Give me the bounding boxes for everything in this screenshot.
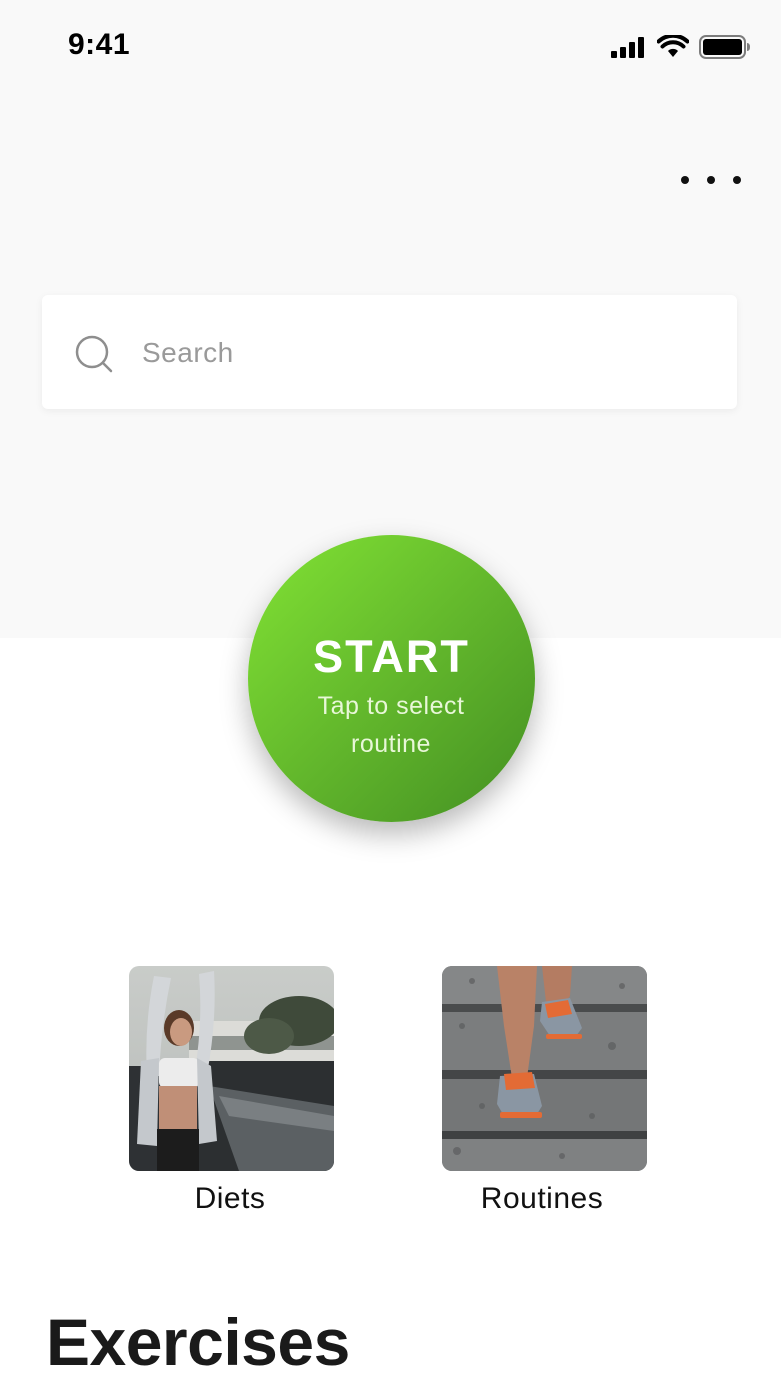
status-time: 9:41 (68, 28, 131, 61)
diets-tile[interactable] (129, 966, 334, 1171)
search-input[interactable] (140, 330, 704, 376)
running-shoes-stairs-photo (442, 966, 647, 1171)
status-icons (611, 33, 751, 61)
exercises-section-title: Exercises (46, 1305, 350, 1379)
status-bar: 9:41 (0, 0, 781, 95)
woman-stretching-photo (129, 966, 334, 1171)
wifi-icon (657, 35, 689, 57)
routines-tile[interactable] (442, 966, 647, 1171)
start-title: START (313, 631, 470, 682)
start-subtitle: Tap to select routine (317, 692, 465, 758)
diets-label: Diets (194, 1182, 266, 1215)
more-options-button[interactable] (681, 160, 741, 200)
more-horizontal-icon (681, 176, 689, 184)
signal-icon (611, 37, 644, 58)
search-icon (75, 335, 113, 373)
battery-icon (699, 35, 750, 59)
start-button[interactable]: START Tap to select routine (248, 535, 535, 822)
routines-label: Routines (480, 1182, 604, 1215)
